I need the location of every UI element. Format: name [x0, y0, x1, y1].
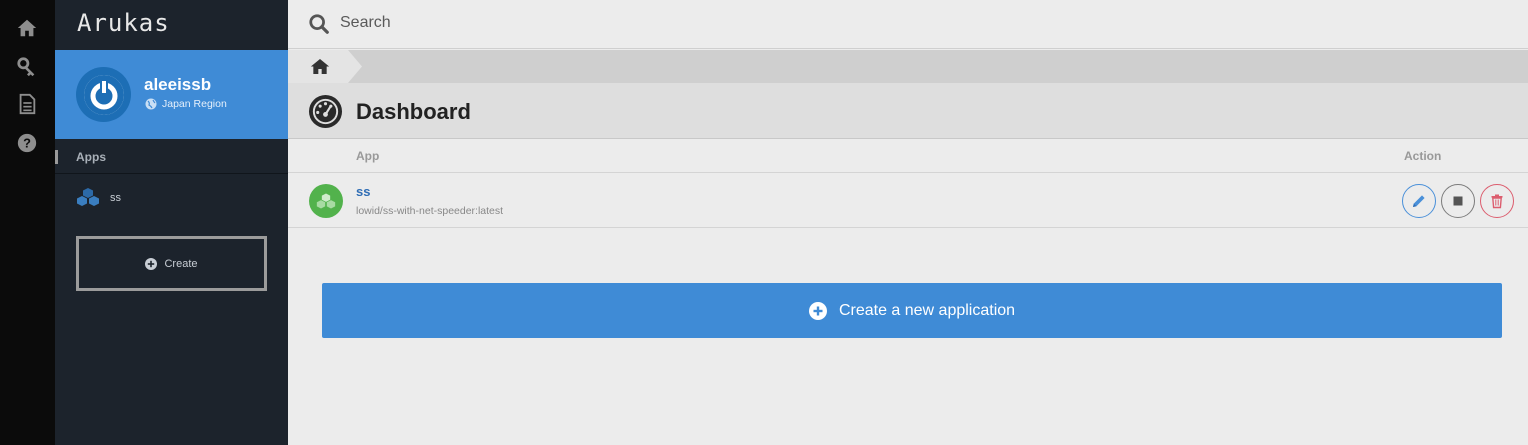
- table-header: App Action: [288, 140, 1528, 173]
- column-header-app: App: [356, 149, 380, 163]
- table-row: ss lowid/ss-with-net-speeder:latest: [288, 174, 1528, 228]
- key-icon[interactable]: [14, 54, 40, 80]
- plus-circle-icon: [808, 301, 827, 320]
- cubes-icon: [316, 193, 336, 209]
- plus-circle-icon: [145, 257, 158, 270]
- page-header: Dashboard: [288, 83, 1528, 139]
- sidebar-item-ss[interactable]: ss: [55, 180, 288, 216]
- breadcrumb: [288, 50, 1528, 83]
- create-application-button[interactable]: Create a new application: [322, 283, 1502, 338]
- avatar: [76, 67, 131, 122]
- svg-text:?: ?: [23, 136, 31, 151]
- document-icon[interactable]: [14, 91, 40, 117]
- username: aleeissb: [144, 75, 212, 94]
- help-icon[interactable]: ?: [14, 130, 40, 156]
- sidebar-create-button[interactable]: Create: [76, 236, 267, 291]
- breadcrumb-home[interactable]: [288, 50, 362, 83]
- app-status-icon: [309, 184, 343, 218]
- section-marker: [55, 150, 58, 164]
- search-bar: [288, 0, 1528, 49]
- apps-section-header: Apps: [55, 139, 288, 174]
- cubes-icon: [77, 188, 99, 206]
- arukas-logo[interactable]: Arukas: [75, 6, 185, 38]
- svg-text:Arukas: Arukas: [77, 9, 170, 37]
- column-header-action: Action: [1404, 149, 1442, 163]
- dashboard-gauge-icon: [308, 94, 343, 129]
- icon-rail: ?: [0, 0, 55, 445]
- create-label: Create: [164, 257, 198, 270]
- stop-button[interactable]: [1441, 184, 1475, 218]
- globe-icon: [145, 98, 157, 110]
- profile-card[interactable]: aleeissb Japan Region: [55, 50, 288, 139]
- delete-button[interactable]: [1480, 184, 1514, 218]
- create-application-label: Create a new application: [838, 301, 1016, 319]
- search-icon: [309, 14, 329, 34]
- edit-button[interactable]: [1402, 184, 1436, 218]
- edit-icon: [1413, 195, 1425, 207]
- home-icon: [310, 59, 330, 74]
- apps-header-label: Apps: [76, 150, 106, 164]
- trash-icon: [1491, 194, 1503, 209]
- region-text: Japan Region: [162, 98, 227, 110]
- home-icon[interactable]: [14, 15, 40, 41]
- stop-icon: [1453, 196, 1463, 206]
- app-name-link[interactable]: ss: [356, 184, 370, 199]
- page-title: Dashboard: [356, 99, 471, 124]
- sidebar: Arukas aleeissb Japan Region Apps ss Cre…: [55, 0, 288, 445]
- search-input[interactable]: [340, 8, 940, 38]
- power-icon: [83, 74, 124, 115]
- sidebar-item-label: ss: [110, 192, 121, 204]
- region-label: Japan Region: [145, 98, 227, 110]
- app-image: lowid/ss-with-net-speeder:latest: [356, 205, 504, 217]
